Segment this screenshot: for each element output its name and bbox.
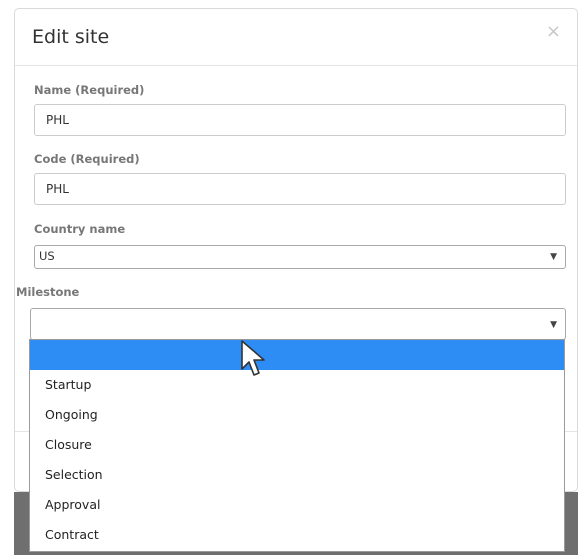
dropdown-option-ongoing[interactable]: Ongoing — [30, 400, 564, 430]
chevron-down-icon: ▼ — [550, 252, 557, 262]
name-value: PHL — [46, 113, 69, 127]
dropdown-option-empty[interactable] — [30, 340, 564, 370]
code-value: PHL — [46, 182, 69, 196]
country-value: US — [39, 249, 55, 263]
code-input[interactable]: PHL — [34, 173, 566, 205]
close-icon[interactable]: × — [546, 21, 561, 42]
mouse-pointer-icon — [241, 340, 265, 376]
milestone-select[interactable]: ▼ — [30, 308, 566, 340]
country-select[interactable]: US ▼ — [34, 245, 566, 269]
dropdown-option-startup[interactable]: Startup — [30, 370, 564, 400]
dropdown-option-contract[interactable]: Contract — [30, 520, 564, 550]
milestone-label: Milestone — [16, 285, 80, 299]
dropdown-option-selection[interactable]: Selection — [30, 460, 564, 490]
dropdown-option-approval[interactable]: Approval — [30, 490, 564, 520]
chevron-down-icon: ▼ — [550, 320, 557, 330]
dropdown-option-closure[interactable]: Closure — [30, 430, 564, 460]
code-label: Code (Required) — [34, 152, 140, 166]
modal-title: Edit site — [32, 26, 110, 48]
milestone-dropdown-list: Startup Ongoing Closure Selection Approv… — [29, 339, 565, 552]
name-input[interactable]: PHL — [34, 104, 566, 136]
country-label: Country name — [34, 222, 126, 236]
name-label: Name (Required) — [34, 83, 145, 97]
modal-header: Edit site × — [15, 9, 577, 66]
